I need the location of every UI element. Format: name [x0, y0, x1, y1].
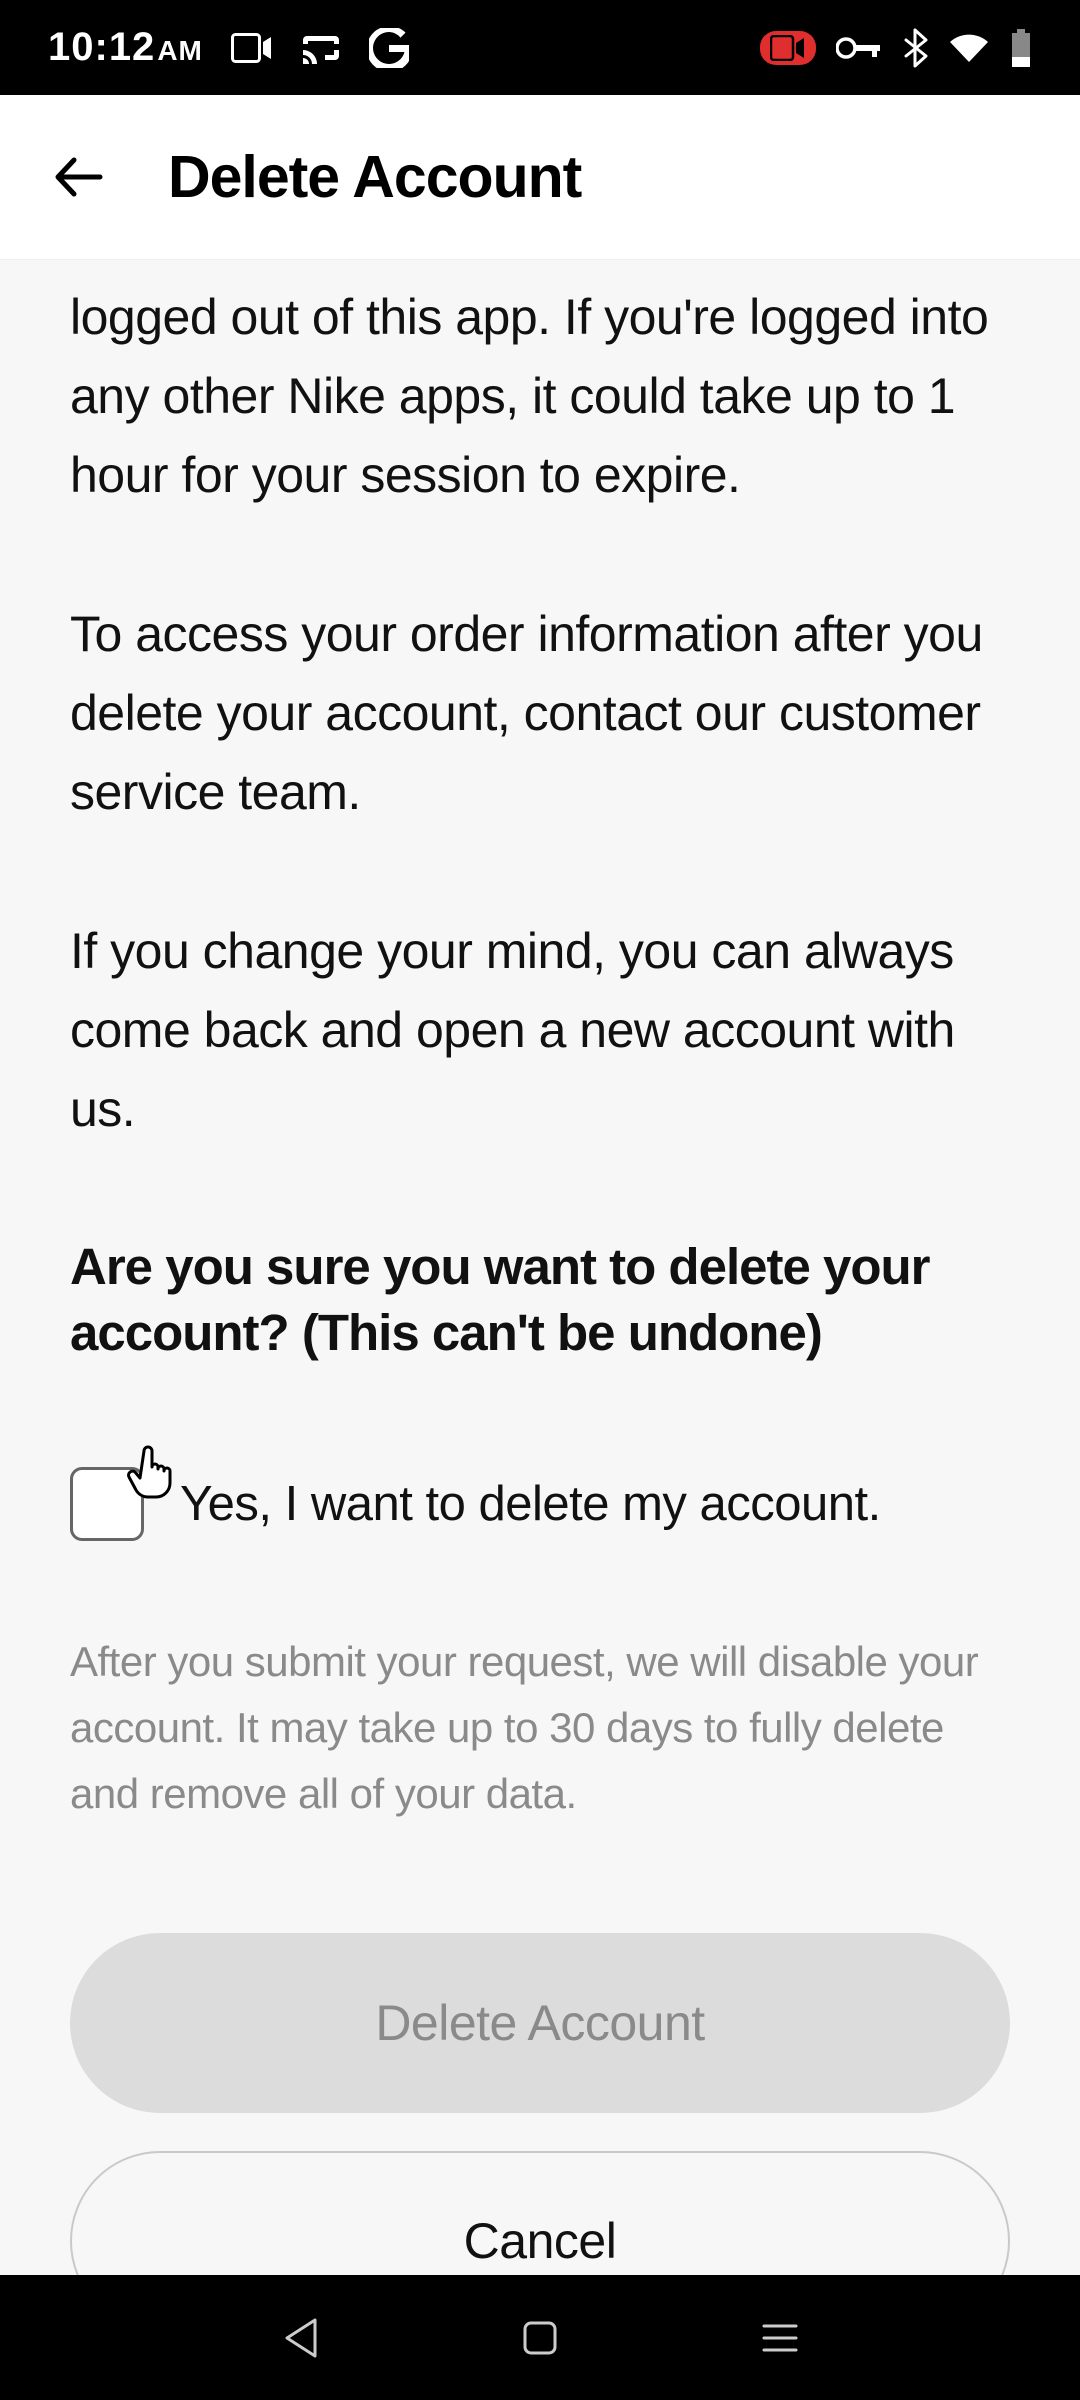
status-right — [760, 28, 1032, 68]
battery-icon — [1010, 29, 1032, 67]
nav-recents-button[interactable] — [750, 2308, 810, 2368]
confirm-heading: Are you sure you want to delete your acc… — [70, 1234, 1010, 1367]
delete-account-button[interactable]: Delete Account — [70, 1933, 1010, 2113]
confirm-checkbox-label: Yes, I want to delete my account. — [180, 1476, 881, 1532]
status-left: 10:12AM — [48, 25, 409, 70]
confirm-checkbox[interactable] — [70, 1467, 144, 1541]
info-paragraph-3: If you change your mind, you can always … — [70, 912, 1010, 1149]
cast-icon — [301, 32, 341, 64]
vpn-key-icon — [836, 36, 882, 60]
screen-record-icon — [760, 31, 816, 65]
status-bar: 10:12AM — [0, 0, 1080, 95]
wifi-icon — [948, 32, 990, 64]
camera-icon — [231, 33, 273, 63]
triangle-back-icon — [281, 2316, 319, 2360]
recents-icon — [760, 2321, 800, 2355]
page-title: Delete Account — [168, 143, 581, 211]
back-button[interactable] — [48, 146, 110, 208]
cancel-button[interactable]: Cancel — [70, 2151, 1010, 2275]
disclaimer-text: After you submit your request, we will d… — [70, 1629, 1010, 1828]
nav-home-button[interactable] — [510, 2308, 570, 2368]
content: logged out of this app. If you're logged… — [0, 260, 1080, 2275]
app-bar: Delete Account — [0, 95, 1080, 260]
confirm-checkbox-row: Yes, I want to delete my account. — [70, 1467, 1010, 1541]
nav-back-button[interactable] — [270, 2308, 330, 2368]
status-time: 10:12AM — [48, 25, 203, 70]
navigation-bar — [0, 2275, 1080, 2400]
bluetooth-icon — [902, 28, 928, 68]
time-ampm: AM — [157, 35, 203, 66]
square-home-icon — [521, 2319, 559, 2357]
info-paragraph-2: To access your order information after y… — [70, 595, 1010, 832]
info-paragraph-1: logged out of this app. If you're logged… — [70, 278, 1010, 515]
time-value: 10:12 — [48, 25, 155, 69]
button-group: Delete Account Cancel — [70, 1933, 1010, 2275]
arrow-left-icon — [50, 148, 108, 206]
google-g-icon — [369, 28, 409, 68]
